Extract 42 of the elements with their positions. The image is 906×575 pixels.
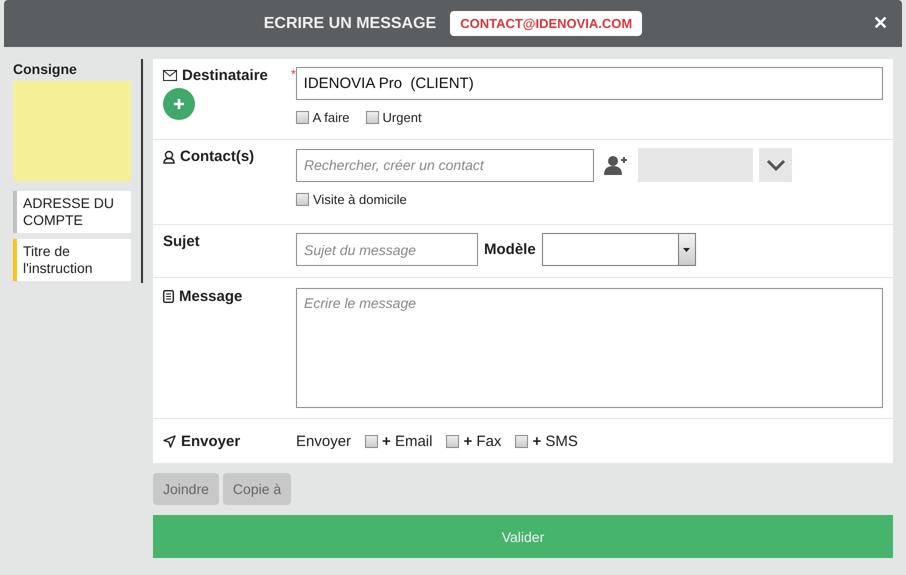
subject-field[interactable]: Sujet du message xyxy=(296,233,478,266)
field-label: Envoyer xyxy=(163,432,288,450)
checkbox[interactable] xyxy=(446,434,460,448)
checkbox[interactable] xyxy=(515,434,528,448)
checkbox-label[interactable]: + SMS xyxy=(515,432,578,450)
chevron-icon xyxy=(766,159,786,171)
sidebar-title: Consigne xyxy=(13,61,78,77)
contact-search-field[interactable]: Rechercher, créer un contact xyxy=(296,148,594,182)
add-person-icon[interactable] xyxy=(604,155,628,175)
message-field[interactable]: Ecrire le message xyxy=(296,288,883,408)
send-label: Envoyer xyxy=(296,432,352,450)
checkbox[interactable] xyxy=(296,111,309,124)
checkbox-label[interactable]: Urgent xyxy=(366,110,422,125)
document-icon xyxy=(163,290,174,303)
person-icon xyxy=(163,150,175,164)
sidebar-item[interactable]: ADRESSE DU COMPTE xyxy=(13,191,131,233)
field-label: Sujet xyxy=(163,233,201,250)
envelope-icon xyxy=(163,70,177,81)
checkbox-label[interactable]: + Fax xyxy=(446,432,502,450)
field-label: Contact(s) xyxy=(163,148,288,165)
add-button[interactable] xyxy=(163,88,195,120)
plus-icon xyxy=(173,98,185,110)
send-icon xyxy=(163,434,176,448)
close-button[interactable]: ✕ xyxy=(869,12,892,34)
checkbox[interactable] xyxy=(365,434,378,448)
checkbox[interactable] xyxy=(366,111,379,124)
window-title: ECRIRE UN MESSAGE xyxy=(264,14,436,32)
required-mark: * xyxy=(291,67,296,81)
sidebar-item[interactable]: Titre de l'instruction xyxy=(13,239,131,281)
contact-select-field[interactable] xyxy=(638,148,753,182)
email-badge: CONTACT@IDENOVIA.COM xyxy=(450,11,642,36)
checkbox-label[interactable]: Visite à domicile xyxy=(296,192,407,207)
field-label: Destinataire xyxy=(163,67,288,84)
field-label: Message xyxy=(163,288,288,305)
checkbox[interactable] xyxy=(296,193,309,206)
dropdown-button[interactable] xyxy=(759,148,792,182)
checkbox-label[interactable]: + Email xyxy=(365,432,432,450)
recipient-field[interactable]: IDENOVIA Pro (CLIENT) xyxy=(296,67,883,100)
template-label: Modèle xyxy=(484,241,536,258)
checkbox-label[interactable]: A faire xyxy=(296,110,350,125)
caret-icon xyxy=(683,248,690,252)
template-select[interactable] xyxy=(542,233,696,266)
